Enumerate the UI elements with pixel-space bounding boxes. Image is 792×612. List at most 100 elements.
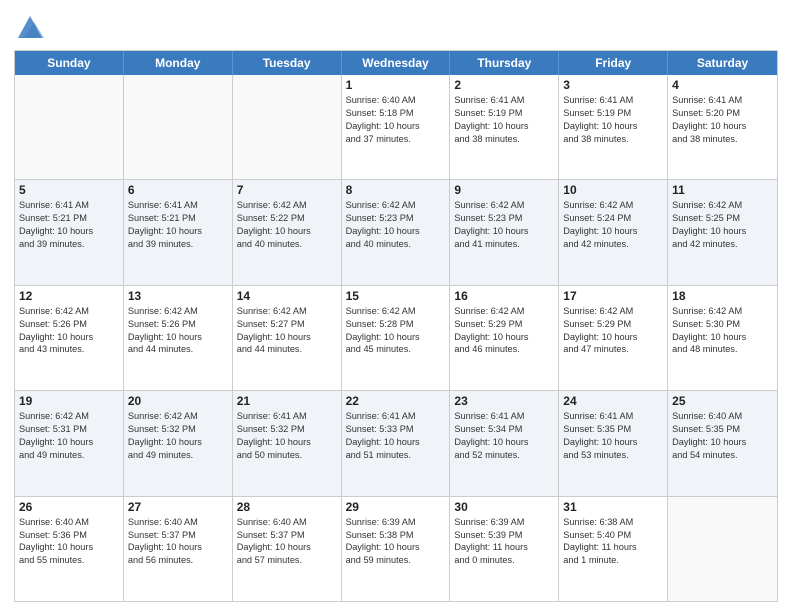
day-number: 13 bbox=[128, 289, 228, 303]
day-number: 29 bbox=[346, 500, 446, 514]
header-cell-tuesday: Tuesday bbox=[233, 51, 342, 75]
day-number: 25 bbox=[672, 394, 773, 408]
day-number: 24 bbox=[563, 394, 663, 408]
day-cell-11: 11Sunrise: 6:42 AM Sunset: 5:25 PM Dayli… bbox=[668, 180, 777, 284]
day-cell-10: 10 Sunrise: 6:42 AM Sunset: 5:24 PM Dayli… bbox=[559, 180, 668, 284]
day-cell-25: 25 Sunrise: 6:40 AM Sunset: 5:35 PM Dayli… bbox=[668, 391, 777, 495]
day-cell-13: 13 Sunrise: 6:42 AM Sunset: 5:26 PM Dayli… bbox=[124, 286, 233, 390]
page: SundayMondayTuesdayWednesdayThursdayFrid… bbox=[0, 0, 792, 612]
day-number: 3 bbox=[563, 78, 663, 92]
day-info: Sunrise: 6:41 AM Sunset: 5:35 PM Dayligh… bbox=[563, 410, 663, 462]
day-cell-31: 31 Sunrise: 6:38 AM Sunset: 5:40 PM Dayli… bbox=[559, 497, 668, 601]
day-info: Sunrise: 6:42 AM Sunset: 5:27 PM Dayligh… bbox=[237, 305, 337, 357]
day-cell-4: 4Sunrise: 6:41 AM Sunset: 5:20 PM Daylig… bbox=[668, 75, 777, 179]
logo-icon bbox=[14, 10, 46, 42]
day-info: Sunrise: 6:39 AM Sunset: 5:38 PM Dayligh… bbox=[346, 516, 446, 568]
header-cell-saturday: Saturday bbox=[668, 51, 777, 75]
day-info: Sunrise: 6:41 AM Sunset: 5:21 PM Dayligh… bbox=[128, 199, 228, 251]
day-number: 14 bbox=[237, 289, 337, 303]
day-number: 8 bbox=[346, 183, 446, 197]
header bbox=[14, 10, 778, 42]
day-cell-2: 2 Sunrise: 6:41 AM Sunset: 5:19 PM Daylig… bbox=[450, 75, 559, 179]
header-cell-wednesday: Wednesday bbox=[342, 51, 451, 75]
day-number: 20 bbox=[128, 394, 228, 408]
day-info: Sunrise: 6:42 AM Sunset: 5:31 PM Dayligh… bbox=[19, 410, 119, 462]
header-cell-friday: Friday bbox=[559, 51, 668, 75]
calendar-body: 1 Sunrise: 6:40 AM Sunset: 5:18 PM Daylig… bbox=[15, 75, 777, 601]
day-number: 23 bbox=[454, 394, 554, 408]
day-cell-22: 22Sunrise: 6:41 AM Sunset: 5:33 PM Dayli… bbox=[342, 391, 451, 495]
day-cell-empty-0-1 bbox=[124, 75, 233, 179]
day-number: 6 bbox=[128, 183, 228, 197]
day-info: Sunrise: 6:42 AM Sunset: 5:32 PM Dayligh… bbox=[128, 410, 228, 462]
day-number: 15 bbox=[346, 289, 446, 303]
day-info: Sunrise: 6:41 AM Sunset: 5:19 PM Dayligh… bbox=[454, 94, 554, 146]
day-cell-29: 29 Sunrise: 6:39 AM Sunset: 5:38 PM Dayli… bbox=[342, 497, 451, 601]
day-cell-7: 7 Sunrise: 6:42 AM Sunset: 5:22 PM Daylig… bbox=[233, 180, 342, 284]
day-info: Sunrise: 6:39 AM Sunset: 5:39 PM Dayligh… bbox=[454, 516, 554, 568]
day-number: 17 bbox=[563, 289, 663, 303]
day-number: 2 bbox=[454, 78, 554, 92]
day-cell-15: 15 Sunrise: 6:42 AM Sunset: 5:28 PM Dayli… bbox=[342, 286, 451, 390]
day-info: Sunrise: 6:40 AM Sunset: 5:37 PM Dayligh… bbox=[237, 516, 337, 568]
calendar-row-3: 19 Sunrise: 6:42 AM Sunset: 5:31 PM Dayli… bbox=[15, 391, 777, 496]
day-number: 31 bbox=[563, 500, 663, 514]
day-cell-28: 28Sunrise: 6:40 AM Sunset: 5:37 PM Dayli… bbox=[233, 497, 342, 601]
day-cell-19: 19 Sunrise: 6:42 AM Sunset: 5:31 PM Dayli… bbox=[15, 391, 124, 495]
day-number: 11 bbox=[672, 183, 773, 197]
day-info: Sunrise: 6:42 AM Sunset: 5:24 PM Dayligh… bbox=[563, 199, 663, 251]
day-number: 5 bbox=[19, 183, 119, 197]
calendar-header-row: SundayMondayTuesdayWednesdayThursdayFrid… bbox=[15, 51, 777, 75]
day-info: Sunrise: 6:40 AM Sunset: 5:18 PM Dayligh… bbox=[346, 94, 446, 146]
day-cell-27: 27 Sunrise: 6:40 AM Sunset: 5:37 PM Dayli… bbox=[124, 497, 233, 601]
day-info: Sunrise: 6:41 AM Sunset: 5:32 PM Dayligh… bbox=[237, 410, 337, 462]
day-cell-18: 18 Sunrise: 6:42 AM Sunset: 5:30 PM Dayli… bbox=[668, 286, 777, 390]
day-cell-17: 17 Sunrise: 6:42 AM Sunset: 5:29 PM Dayli… bbox=[559, 286, 668, 390]
day-cell-20: 20 Sunrise: 6:42 AM Sunset: 5:32 PM Dayli… bbox=[124, 391, 233, 495]
day-cell-23: 23Sunrise: 6:41 AM Sunset: 5:34 PM Dayli… bbox=[450, 391, 559, 495]
day-cell-26: 26 Sunrise: 6:40 AM Sunset: 5:36 PM Dayli… bbox=[15, 497, 124, 601]
day-number: 19 bbox=[19, 394, 119, 408]
day-number: 30 bbox=[454, 500, 554, 514]
day-cell-3: 3 Sunrise: 6:41 AM Sunset: 5:19 PM Daylig… bbox=[559, 75, 668, 179]
day-number: 16 bbox=[454, 289, 554, 303]
day-info: Sunrise: 6:42 AM Sunset: 5:28 PM Dayligh… bbox=[346, 305, 446, 357]
day-number: 21 bbox=[237, 394, 337, 408]
day-cell-21: 21 Sunrise: 6:41 AM Sunset: 5:32 PM Dayli… bbox=[233, 391, 342, 495]
day-info: Sunrise: 6:40 AM Sunset: 5:36 PM Dayligh… bbox=[19, 516, 119, 568]
header-cell-monday: Monday bbox=[124, 51, 233, 75]
header-cell-thursday: Thursday bbox=[450, 51, 559, 75]
day-info: Sunrise: 6:42 AM Sunset: 5:30 PM Dayligh… bbox=[672, 305, 773, 357]
day-info: Sunrise: 6:42 AM Sunset: 5:29 PM Dayligh… bbox=[454, 305, 554, 357]
day-number: 18 bbox=[672, 289, 773, 303]
day-info: Sunrise: 6:41 AM Sunset: 5:19 PM Dayligh… bbox=[563, 94, 663, 146]
day-info: Sunrise: 6:42 AM Sunset: 5:26 PM Dayligh… bbox=[19, 305, 119, 357]
day-cell-1: 1 Sunrise: 6:40 AM Sunset: 5:18 PM Daylig… bbox=[342, 75, 451, 179]
day-info: Sunrise: 6:41 AM Sunset: 5:33 PM Dayligh… bbox=[346, 410, 446, 462]
day-cell-empty-0-0 bbox=[15, 75, 124, 179]
day-info: Sunrise: 6:42 AM Sunset: 5:23 PM Dayligh… bbox=[346, 199, 446, 251]
calendar-row-1: 5 Sunrise: 6:41 AM Sunset: 5:21 PM Daylig… bbox=[15, 180, 777, 285]
day-cell-16: 16 Sunrise: 6:42 AM Sunset: 5:29 PM Dayli… bbox=[450, 286, 559, 390]
day-cell-30: 30 Sunrise: 6:39 AM Sunset: 5:39 PM Dayli… bbox=[450, 497, 559, 601]
day-cell-empty-0-2 bbox=[233, 75, 342, 179]
day-cell-5: 5 Sunrise: 6:41 AM Sunset: 5:21 PM Daylig… bbox=[15, 180, 124, 284]
day-cell-12: 12Sunrise: 6:42 AM Sunset: 5:26 PM Dayli… bbox=[15, 286, 124, 390]
day-info: Sunrise: 6:42 AM Sunset: 5:29 PM Dayligh… bbox=[563, 305, 663, 357]
day-info: Sunrise: 6:40 AM Sunset: 5:35 PM Dayligh… bbox=[672, 410, 773, 462]
day-number: 1 bbox=[346, 78, 446, 92]
day-info: Sunrise: 6:42 AM Sunset: 5:26 PM Dayligh… bbox=[128, 305, 228, 357]
calendar: SundayMondayTuesdayWednesdayThursdayFrid… bbox=[14, 50, 778, 602]
day-number: 7 bbox=[237, 183, 337, 197]
day-number: 27 bbox=[128, 500, 228, 514]
day-info: Sunrise: 6:38 AM Sunset: 5:40 PM Dayligh… bbox=[563, 516, 663, 568]
day-number: 10 bbox=[563, 183, 663, 197]
day-info: Sunrise: 6:42 AM Sunset: 5:22 PM Dayligh… bbox=[237, 199, 337, 251]
logo bbox=[14, 10, 50, 42]
day-cell-8: 8 Sunrise: 6:42 AM Sunset: 5:23 PM Daylig… bbox=[342, 180, 451, 284]
day-cell-14: 14 Sunrise: 6:42 AM Sunset: 5:27 PM Dayli… bbox=[233, 286, 342, 390]
day-number: 26 bbox=[19, 500, 119, 514]
day-info: Sunrise: 6:41 AM Sunset: 5:21 PM Dayligh… bbox=[19, 199, 119, 251]
day-info: Sunrise: 6:40 AM Sunset: 5:37 PM Dayligh… bbox=[128, 516, 228, 568]
calendar-row-0: 1 Sunrise: 6:40 AM Sunset: 5:18 PM Daylig… bbox=[15, 75, 777, 180]
